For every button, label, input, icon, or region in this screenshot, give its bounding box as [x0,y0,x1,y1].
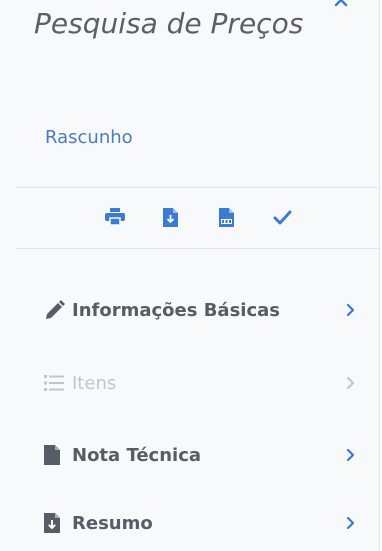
menu-item-label: Informações Básicas [72,299,280,321]
menu-item-resumo[interactable]: Resumo [30,501,370,545]
chevron-up-icon[interactable] [333,0,349,10]
file-csv-icon [218,207,234,227]
print-icon [105,208,125,226]
check-icon [273,210,291,224]
chevron-right-icon [346,376,355,390]
file-download-icon [162,207,178,227]
divider [16,248,379,249]
pencil-icon [44,299,70,321]
menu-item-label: Itens [72,372,117,394]
menu-item-nota-tecnica[interactable]: Nota Técnica [30,433,370,477]
menu-item-itens[interactable]: Itens [30,361,370,405]
menu-item-label: Resumo [72,512,153,534]
status-label: Rascunho [45,127,133,148]
menu-item-label: Nota Técnica [72,444,202,466]
menu-item-informacoes-basicas[interactable]: Informações Básicas [30,288,370,332]
file-icon [44,444,70,466]
confirm-button[interactable] [270,205,294,229]
csv-export-button[interactable] [214,205,238,229]
print-button[interactable] [103,205,127,229]
download-button[interactable] [158,205,182,229]
chevron-right-icon [346,448,355,462]
divider [16,187,379,188]
chevron-right-icon [346,516,355,530]
sidebar-panel: Pesquisa de Preços Rascunho Informações … [0,0,379,551]
list-icon [44,372,70,394]
file-download-icon [44,512,70,534]
panel-border [379,0,380,551]
page-title: Pesquisa de Preços [34,7,304,40]
chevron-right-icon [346,303,355,317]
